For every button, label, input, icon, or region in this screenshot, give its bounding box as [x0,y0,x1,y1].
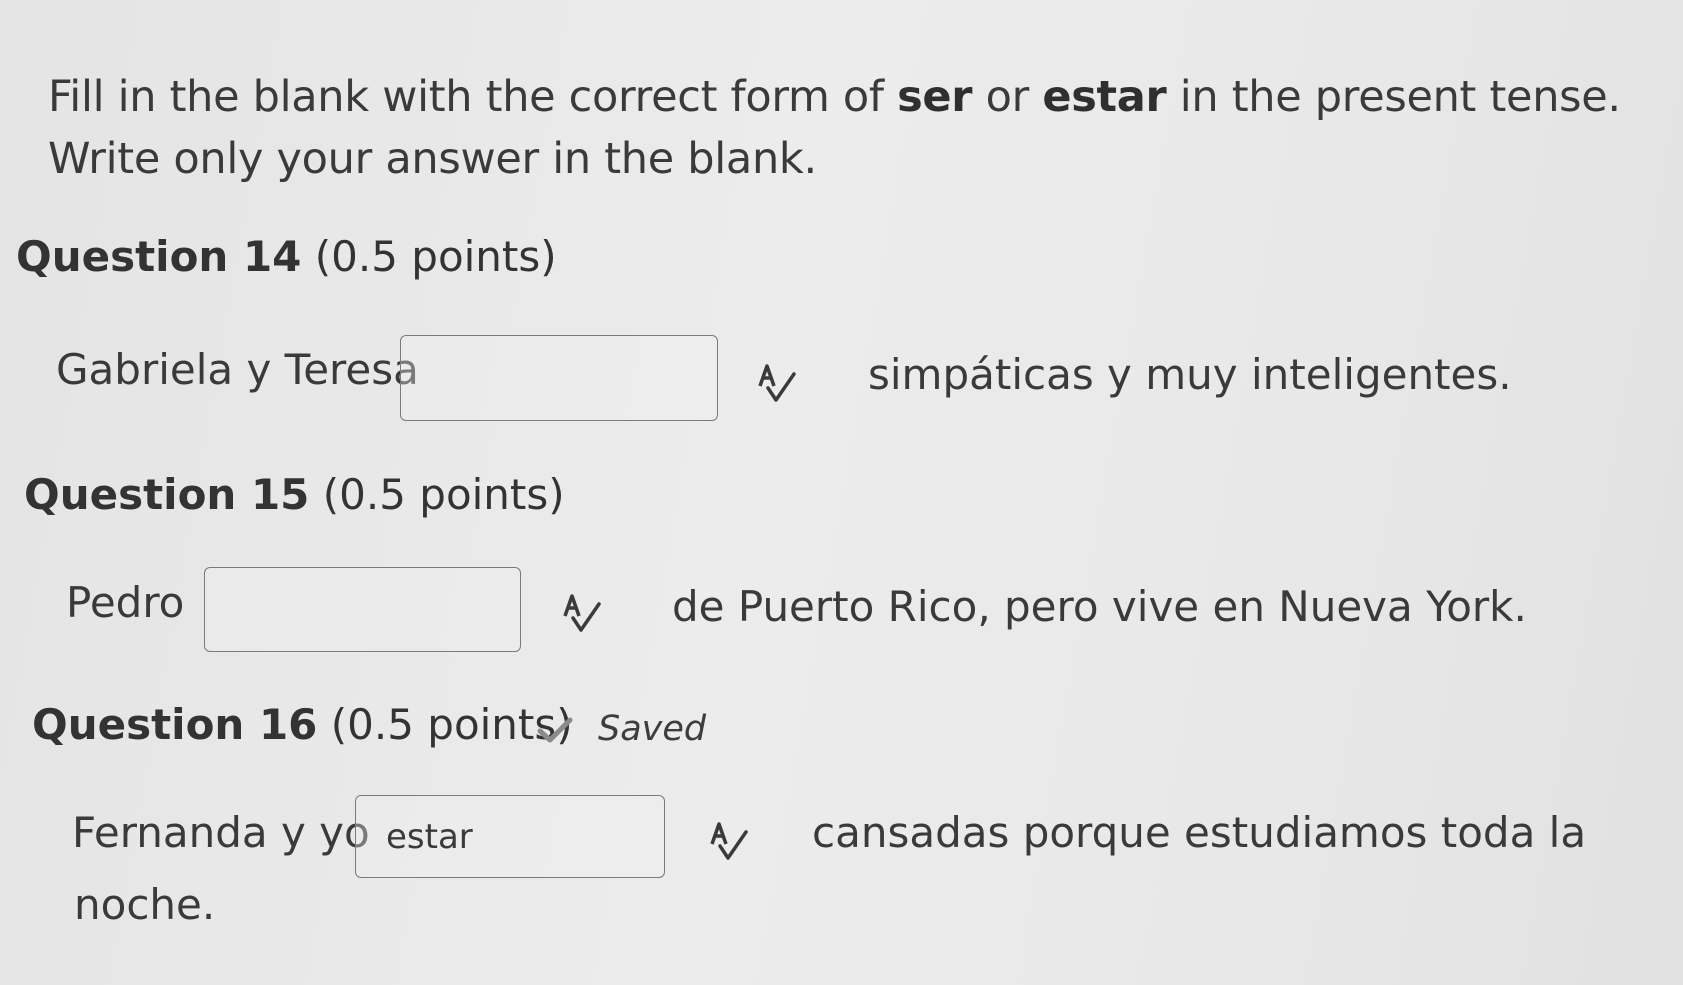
q15-sentence-start: Pedro [66,578,185,627]
question-16-title: Question 16 (0.5 points) [32,700,573,749]
question-points: (0.5 points) [322,470,565,519]
instructions-text-1: Fill in the blank with the correct form … [48,72,898,122]
checkmark-icon [537,717,573,743]
q16-sentence-start: Fernanda y yo [72,808,370,857]
spellcheck-icon[interactable] [561,592,605,636]
q14-sentence-end: simpáticas y muy inteligentes. [868,350,1512,399]
q16-answer-input[interactable] [355,795,665,878]
question-14-title: Question 14 (0.5 points) [16,232,557,281]
question-15-title: Question 15 (0.5 points) [24,470,565,519]
q16-sentence-end: cansadas porque estudiamos toda la [812,808,1587,857]
instructions-ser: ser [897,72,973,122]
instructions-text-2: or [972,72,1043,122]
q16-sentence-end-line2: noche. [74,880,216,929]
q15-answer-input[interactable] [204,567,521,652]
q14-sentence-start: Gabriela y Teresa [56,345,419,394]
instructions-estar: estar [1042,72,1167,122]
question-number: Question 15 [24,470,310,519]
spellcheck-icon[interactable] [708,820,752,864]
instructions: Fill in the blank with the correct form … [48,66,1668,190]
q15-sentence-end: de Puerto Rico, pero vive en Nueva York. [672,582,1527,631]
q14-answer-input[interactable] [400,335,718,421]
saved-status: Saved [598,709,707,749]
spellcheck-icon[interactable] [756,362,800,406]
question-number: Question 16 [32,700,318,749]
question-number: Question 14 [16,232,302,281]
question-points: (0.5 points) [314,232,557,281]
